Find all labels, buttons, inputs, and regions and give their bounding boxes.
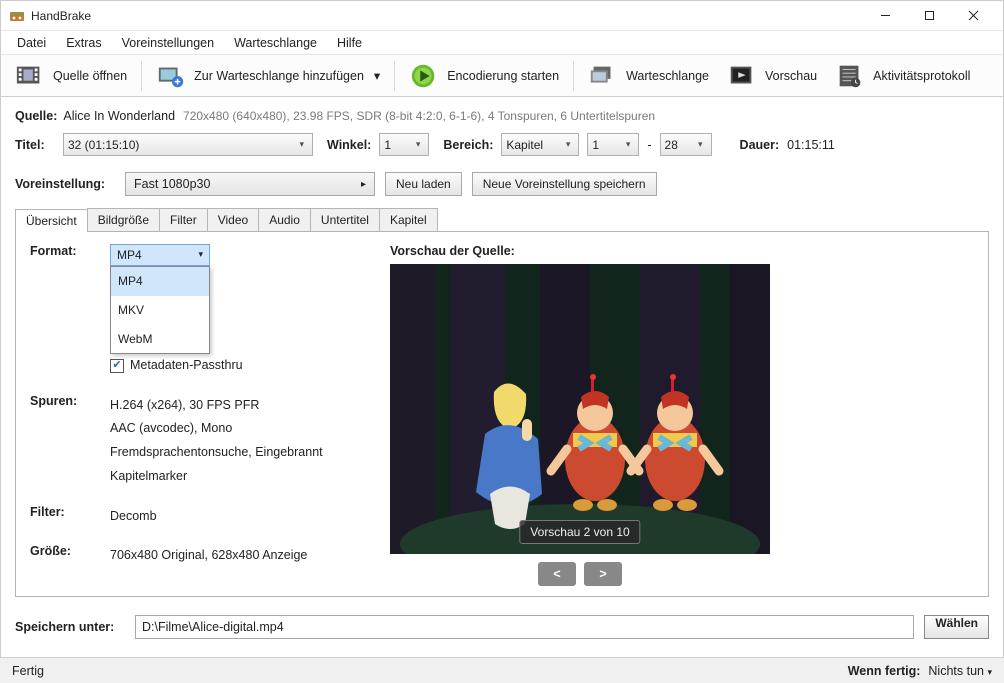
chevron-right-icon: ▸	[361, 179, 366, 190]
chevron-down-icon: ▾	[198, 246, 203, 263]
toolbar-separator	[573, 61, 574, 91]
add-queue-button[interactable]: Zur Warteschlange hinzufügen ▾	[148, 58, 388, 94]
format-select[interactable]: MP4▾ MP4 MKV WebM	[110, 244, 210, 266]
play-icon	[409, 62, 439, 90]
start-encode-button[interactable]: Encodierung starten	[401, 58, 567, 94]
filter-label: Filter:	[30, 505, 110, 529]
app-logo-icon	[9, 8, 25, 24]
tab-chapters[interactable]: Kapitel	[379, 208, 438, 231]
format-option-mkv[interactable]: MKV	[111, 296, 209, 325]
menu-queue[interactable]: Warteschlange	[224, 33, 327, 53]
status-text: Fertig	[12, 664, 44, 678]
range-to-select[interactable]: 28▾	[660, 133, 712, 156]
tab-subtitles[interactable]: Untertitel	[310, 208, 380, 231]
toolbar-separator	[141, 61, 142, 91]
duration-value: 01:15:11	[787, 138, 835, 152]
save-preset-button[interactable]: Neue Voreinstellung speichern	[472, 172, 657, 196]
size-value: 706x480 Original, 628x480 Anzeige	[110, 544, 350, 568]
queue-button[interactable]: Warteschlange	[580, 58, 717, 94]
angle-label: Winkel:	[327, 138, 371, 152]
tracks-values: H.264 (x264), 30 FPS PFR AAC (avcodec), …	[110, 394, 350, 489]
source-row: Quelle: Alice In Wonderland 720x480 (640…	[15, 109, 989, 123]
chevron-down-icon: ▾	[694, 139, 707, 150]
menu-help[interactable]: Hilfe	[327, 33, 372, 53]
preview-column: Vorschau der Quelle:	[390, 244, 770, 586]
save-path-input[interactable]: D:\Filme\Alice-digital.mp4	[135, 615, 914, 639]
log-icon	[835, 62, 865, 90]
preview-icon	[727, 62, 757, 90]
range-separator: -	[647, 138, 651, 152]
tab-filters[interactable]: Filter	[159, 208, 208, 231]
when-done-select[interactable]: Nichts tun ▾	[928, 664, 992, 678]
selection-row: Titel: 32 (01:15:10)▾ Winkel: 1▾ Bereich…	[15, 133, 989, 156]
title-select[interactable]: 32 (01:15:10)▾	[63, 133, 313, 156]
chevron-down-icon: ▾	[987, 667, 992, 677]
window-maximize-button[interactable]	[907, 2, 951, 30]
preview-prev-button[interactable]: <	[538, 562, 576, 586]
tab-audio[interactable]: Audio	[258, 208, 311, 231]
preview-title: Vorschau der Quelle:	[390, 244, 770, 258]
preview-button[interactable]: Vorschau	[719, 58, 825, 94]
add-queue-icon	[156, 62, 186, 90]
filter-value: Decomb	[110, 505, 350, 529]
range-type-select[interactable]: Kapitel▾	[501, 133, 579, 156]
activity-log-button[interactable]: Aktivitätsprotokoll	[827, 58, 978, 94]
tab-video[interactable]: Video	[207, 208, 259, 231]
menu-presets[interactable]: Voreinstellungen	[112, 33, 224, 53]
size-label: Größe:	[30, 544, 110, 568]
chevron-down-icon: ▾	[295, 139, 308, 150]
title-label: Titel:	[15, 138, 55, 152]
window-close-button[interactable]	[951, 2, 995, 30]
preview-counter-badge: Vorschau 2 von 10	[519, 520, 640, 544]
range-label: Bereich:	[443, 138, 493, 152]
save-row: Speichern unter: D:\Filme\Alice-digital.…	[1, 615, 1003, 639]
toolbar: Quelle öffnen Zur Warteschlange hinzufüg…	[1, 55, 1003, 97]
tab-dimensions[interactable]: Bildgröße	[87, 208, 160, 231]
open-source-button[interactable]: Quelle öffnen	[7, 58, 135, 94]
format-option-mp4[interactable]: MP4	[111, 267, 209, 296]
preset-row: Voreinstellung: Fast 1080p30▸ Neu laden …	[15, 172, 989, 196]
chevron-down-icon: ▾	[412, 139, 425, 150]
menu-file[interactable]: Datei	[7, 33, 56, 53]
menu-bar: Datei Extras Voreinstellungen Warteschla…	[1, 31, 1003, 55]
browse-button[interactable]: Wählen	[924, 615, 989, 639]
toolbar-separator	[394, 61, 395, 91]
range-from-select[interactable]: 1▾	[587, 133, 639, 156]
when-done-label: Wenn fertig:	[848, 664, 921, 678]
title-bar: HandBrake	[1, 1, 1003, 31]
preview-image: Vorschau 2 von 10	[390, 264, 770, 554]
format-option-webm[interactable]: WebM	[111, 325, 209, 354]
chevron-down-icon: ▾	[562, 139, 575, 150]
source-info: 720x480 (640x480), 23.98 FPS, SDR (8-bit…	[183, 109, 655, 123]
tabs: Übersicht Bildgröße Filter Video Audio U…	[15, 208, 989, 232]
angle-select[interactable]: 1▾	[379, 133, 429, 156]
save-label: Speichern unter:	[15, 620, 125, 634]
duration-label: Dauer:	[740, 138, 780, 152]
menu-extras[interactable]: Extras	[56, 33, 111, 53]
film-open-icon	[15, 62, 45, 90]
tab-body-overview: Format: MP4▾ MP4 MKV WebM stützung ✔Meta…	[15, 232, 989, 597]
tracks-label: Spuren:	[30, 394, 110, 489]
status-bar: Fertig Wenn fertig: Nichts tun ▾	[0, 657, 1004, 683]
chevron-down-icon: ▾	[374, 68, 380, 83]
preview-next-button[interactable]: >	[584, 562, 622, 586]
tab-overview[interactable]: Übersicht	[15, 209, 88, 232]
queue-icon	[588, 62, 618, 90]
window-minimize-button[interactable]	[863, 2, 907, 30]
preset-select[interactable]: Fast 1080p30▸	[125, 172, 375, 196]
metadata-passthru-checkbox[interactable]: ✔Metadaten-Passthru	[110, 354, 350, 378]
preset-label: Voreinstellung:	[15, 177, 115, 191]
format-dropdown-list: MP4 MKV WebM	[110, 266, 210, 354]
chevron-down-icon: ▾	[622, 139, 635, 150]
source-label: Quelle:	[15, 109, 57, 123]
window-title: HandBrake	[31, 9, 91, 23]
source-name: Alice In Wonderland	[63, 109, 175, 123]
reload-preset-button[interactable]: Neu laden	[385, 172, 462, 196]
format-label: Format:	[30, 244, 110, 378]
